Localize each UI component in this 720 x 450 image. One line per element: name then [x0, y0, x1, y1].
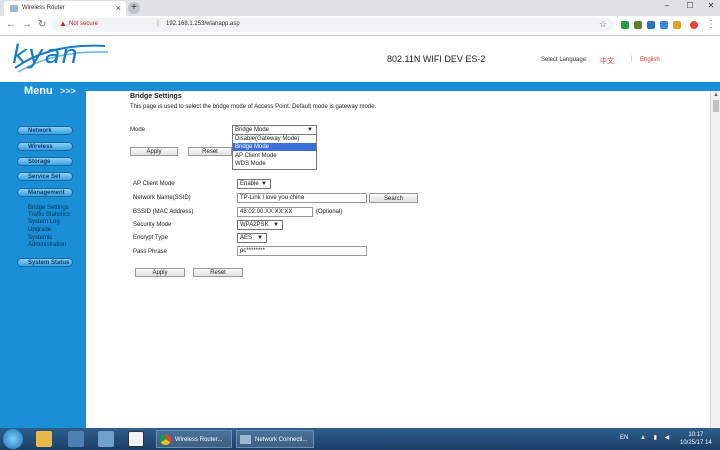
- mode-option-wds[interactable]: WDS Mode: [233, 160, 316, 168]
- bssid-input[interactable]: 48:02:00:XX:XX:XX: [237, 207, 313, 217]
- mode-label: Mode: [130, 127, 146, 133]
- pass-phrase-input[interactable]: pc********: [237, 246, 367, 256]
- taskbar-app-icon[interactable]: [98, 431, 114, 447]
- mode-dropdown-list: Disable(Gateway Mode) Bridge Mode AP Cli…: [232, 134, 317, 170]
- extension-icon[interactable]: [647, 21, 655, 29]
- taskbar-app-icon[interactable]: [68, 431, 84, 447]
- taskbar-item-chrome[interactable]: Wireless Router...: [156, 430, 232, 448]
- sidebar-item-system-status[interactable]: System Status: [17, 258, 73, 267]
- address-bar[interactable]: ▲ Not secure | 192.168.1.253/wlanapp.asp…: [53, 18, 613, 32]
- main-content: [86, 91, 710, 428]
- chevron-down-icon: ▼: [261, 181, 267, 187]
- menu-arrows-icon: >>>: [60, 86, 76, 96]
- sidebar-item-management[interactable]: Management: [17, 188, 73, 197]
- chrome-icon[interactable]: [690, 21, 698, 29]
- sidebar-subitem-system-log[interactable]: System Log: [28, 219, 60, 225]
- tray-flag-icon[interactable]: ▲: [640, 435, 646, 441]
- encrypt-type-label: Encrypt Type: [133, 235, 168, 241]
- extension-icon[interactable]: [634, 21, 642, 29]
- ap-client-mode-value: Enable: [240, 181, 259, 187]
- extension-icon[interactable]: [660, 21, 668, 29]
- taskbar-item-label: Wireless Router...: [175, 437, 223, 443]
- scroll-thumb[interactable]: [713, 100, 719, 112]
- ssid-input[interactable]: TP-Link I love you china: [237, 193, 367, 203]
- taskbar-clock[interactable]: 10:17 10/25/17 14: [680, 431, 712, 447]
- scroll-up-icon[interactable]: ▲: [713, 92, 719, 98]
- extension-icon[interactable]: [621, 21, 629, 29]
- sidebar-subitem-traffic-statistics[interactable]: Traffic Statistics: [28, 212, 70, 218]
- window-maximize-button[interactable]: ☐: [683, 1, 697, 13]
- apply-button[interactable]: Apply: [135, 268, 185, 277]
- bookmark-star-icon[interactable]: ☆: [599, 19, 607, 30]
- clock-date: 10/25/17 14: [680, 440, 712, 446]
- tray-volume-icon[interactable]: ◀: [665, 435, 670, 441]
- select-language-label: Select Language:: [541, 57, 588, 63]
- clock-time: 10:17: [688, 432, 704, 438]
- mode-option-disable[interactable]: Disable(Gateway Mode): [233, 135, 316, 143]
- security-mode-select[interactable]: WPA2PSK ▼: [237, 220, 283, 230]
- extension-icon[interactable]: [673, 21, 681, 29]
- product-name: 802.11N WIFI DEV ES-2: [387, 54, 486, 64]
- menu-title: Menu: [24, 85, 53, 97]
- language-chinese-link[interactable]: 中文: [600, 56, 614, 66]
- taskbar-app-icon[interactable]: [128, 431, 144, 447]
- taskbar-item-network[interactable]: Network Connecti...: [236, 430, 314, 448]
- forward-arrow-icon[interactable]: →: [22, 19, 32, 30]
- mode-option-bridge[interactable]: Bridge Mode: [233, 143, 316, 151]
- security-mode-label: Security Mode: [133, 222, 172, 228]
- encrypt-type-value: AES: [240, 235, 253, 241]
- file-explorer-icon[interactable]: [36, 431, 52, 447]
- start-button[interactable]: [3, 429, 23, 449]
- encrypt-type-select[interactable]: AES ▼: [237, 233, 267, 243]
- warning-icon: ▲: [59, 19, 67, 28]
- optional-label: (Optional): [316, 209, 343, 215]
- apply-button-top[interactable]: Apply: [130, 147, 178, 156]
- chevron-down-icon: ▼: [257, 235, 263, 241]
- chevron-down-icon: ▼: [273, 222, 279, 228]
- vertical-scrollbar[interactable]: ▲: [710, 91, 720, 428]
- browser-navbar: ← → ↻ ▲ Not secure | 192.168.1.253/wlana…: [0, 16, 720, 36]
- sidebar-item-network[interactable]: Network: [17, 126, 73, 135]
- reload-icon[interactable]: ↻: [38, 19, 46, 30]
- sidebar-subitem-bridge-settings[interactable]: Bridge Settings: [28, 205, 69, 211]
- search-button[interactable]: Search: [369, 193, 418, 203]
- language-english-link[interactable]: English: [640, 57, 660, 63]
- sidebar-item-wireless[interactable]: Wireless: [17, 142, 73, 151]
- reset-button[interactable]: Reset: [193, 268, 243, 277]
- network-icon: [240, 435, 251, 444]
- back-arrow-icon[interactable]: ←: [6, 19, 16, 30]
- page-description: This page is used to select the bridge m…: [130, 104, 377, 110]
- page-title: Bridge Settings: [130, 93, 182, 100]
- sidebar-subitem-upgrade[interactable]: Upgrade: [28, 227, 51, 233]
- menu-kebab-icon[interactable]: ⋮: [706, 19, 716, 30]
- reset-button-top[interactable]: Reset: [188, 147, 232, 156]
- brand-logo: kyan: [12, 40, 79, 70]
- top-band: [0, 82, 720, 91]
- window-minimize-button[interactable]: –: [660, 1, 674, 13]
- bssid-label: BSSID (MAC Address): [133, 209, 194, 215]
- ssid-label: Network Name(SSID): [133, 195, 191, 201]
- chrome-icon: [160, 434, 171, 445]
- mode-option-ap-client[interactable]: AP Client Mode: [233, 152, 316, 160]
- sidebar-item-storage[interactable]: Storage: [17, 157, 73, 166]
- taskbar-item-label: Network Connecti...: [255, 437, 308, 443]
- not-secure-label: Not secure: [69, 21, 99, 27]
- tray-network-icon[interactable]: ▮: [654, 435, 657, 441]
- pass-phrase-label: Pass Phrase: [133, 249, 168, 255]
- tab-title: Wireless Router: [22, 5, 65, 11]
- tab-close-icon[interactable]: ×: [116, 3, 121, 13]
- sidebar-item-service-set[interactable]: Service Set: [17, 172, 73, 181]
- sidebar-subitem-systemic-administration[interactable]: Systemic Administration: [28, 235, 78, 249]
- ap-client-mode-label: AP Client Mode: [133, 181, 175, 187]
- mode-select-value: Bridge Mode: [235, 127, 270, 133]
- url-text[interactable]: 192.168.1.253/wlanapp.asp: [166, 21, 240, 27]
- window-close-button[interactable]: ✕: [704, 1, 718, 13]
- new-tab-button[interactable]: +: [128, 2, 140, 14]
- system-tray: EN ▲ ▮ ◀: [620, 434, 669, 441]
- browser-tab[interactable]: Wireless Router ×: [4, 1, 126, 16]
- tray-language[interactable]: EN: [620, 435, 628, 441]
- page-favicon-icon: [10, 5, 18, 12]
- ap-client-mode-select[interactable]: Enable ▼: [237, 179, 271, 189]
- security-mode-value: WPA2PSK: [240, 222, 269, 228]
